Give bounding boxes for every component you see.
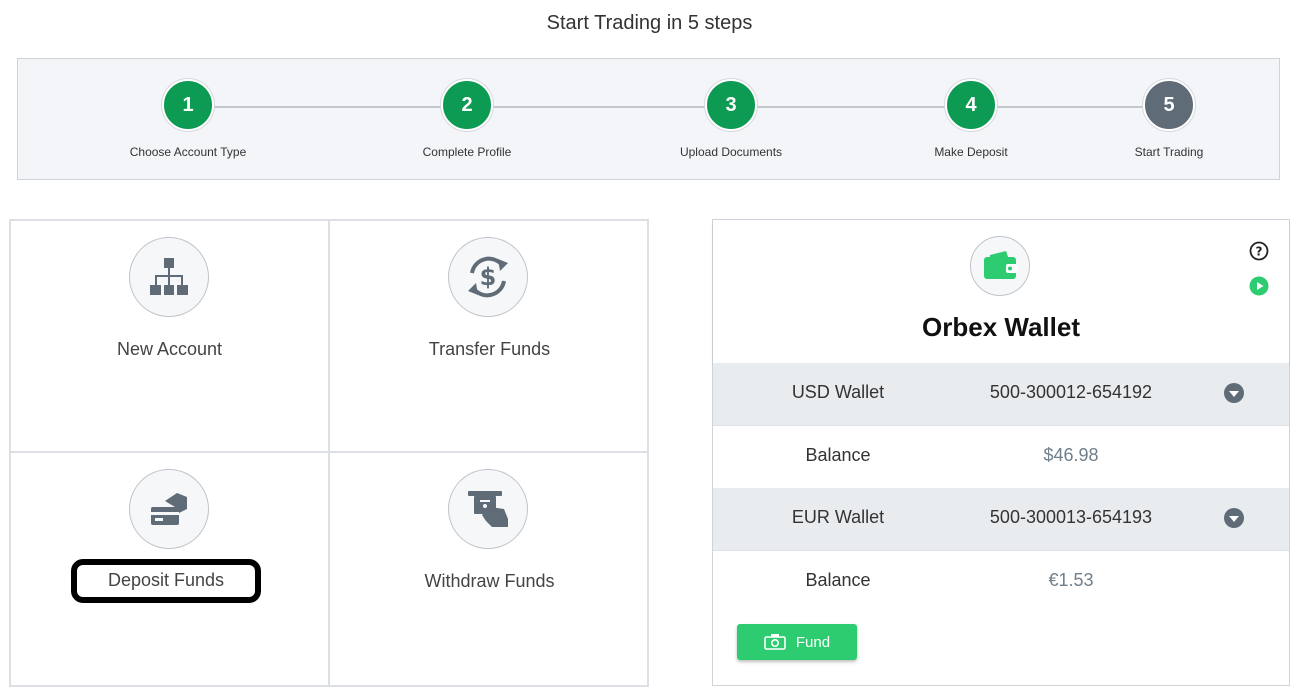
- fund-button[interactable]: Fund: [737, 624, 857, 660]
- steps-progress-panel: 1 Choose Account Type 2 Complete Profile…: [17, 58, 1280, 180]
- sitemap-icon: [129, 237, 209, 317]
- deposit-funds-highlight[interactable]: Deposit Funds: [71, 559, 261, 603]
- svg-text:?: ?: [1256, 245, 1263, 259]
- wallet-panel: Orbex Wallet ? USD Wallet 500-300012-654…: [712, 219, 1290, 686]
- deposit-funds-label: Deposit Funds: [107, 570, 225, 590]
- deposit-funds-tile[interactable]: Deposit Funds: [11, 453, 330, 685]
- eur-balance-value: €1.53: [1048, 570, 1094, 590]
- step-2-label: Complete Profile: [422, 145, 512, 159]
- usd-wallet-expand-icon[interactable]: [1223, 382, 1245, 404]
- eur-wallet-expand-icon[interactable]: [1223, 507, 1245, 529]
- usd-wallet-row: USD Wallet 500-300012-654192: [713, 363, 1289, 425]
- step-4: 4 Make Deposit: [871, 79, 1071, 159]
- svg-text:$: $: [480, 263, 497, 291]
- step-3: 3 Upload Documents: [631, 79, 831, 159]
- eur-balance-row: Balance €1.53: [713, 551, 1289, 613]
- dollar-exchange-icon: $: [448, 237, 528, 317]
- new-account-tile[interactable]: New Account: [11, 221, 330, 453]
- usd-wallet-number: 500-300012-654192: [989, 382, 1153, 402]
- withdraw-funds-label: Withdraw Funds: [424, 571, 555, 591]
- step-1: 1 Choose Account Type: [88, 79, 288, 159]
- usd-balance-value: $46.98: [1043, 445, 1099, 465]
- transfer-funds-tile[interactable]: $ Transfer Funds: [330, 221, 649, 453]
- step-5: 5 Start Trading: [1069, 79, 1269, 159]
- withdraw-funds-tile[interactable]: Withdraw Funds: [330, 453, 649, 685]
- action-tiles-grid: New Account $ Transfer Funds Deposit Fun…: [9, 219, 649, 687]
- help-icon[interactable]: ?: [1249, 241, 1269, 261]
- step-3-label: Upload Documents: [679, 145, 783, 159]
- usd-wallet-name: USD Wallet: [791, 382, 885, 402]
- usd-balance-label: Balance: [805, 445, 871, 465]
- step-2-circle: 2: [441, 79, 493, 131]
- atm-withdraw-icon: [448, 469, 528, 549]
- wallet-icon: [970, 236, 1030, 296]
- step-4-label: Make Deposit: [934, 145, 1008, 159]
- step-5-circle: 5: [1143, 79, 1195, 131]
- play-video-icon[interactable]: [1249, 276, 1269, 296]
- step-2: 2 Complete Profile: [367, 79, 567, 159]
- step-3-circle: 3: [705, 79, 757, 131]
- wallet-title: Orbex Wallet: [922, 312, 1080, 342]
- new-account-label: New Account: [116, 339, 223, 359]
- card-deposit-icon: [129, 469, 209, 549]
- transfer-funds-label: Transfer Funds: [428, 339, 551, 359]
- step-1-circle: 1: [162, 79, 214, 131]
- usd-balance-row: Balance $46.98: [713, 426, 1289, 488]
- eur-wallet-row: EUR Wallet 500-300013-654193: [713, 488, 1289, 550]
- money-icon: [764, 634, 786, 650]
- wallet-header: Orbex Wallet ?: [713, 220, 1289, 363]
- eur-wallet-number: 500-300013-654193: [989, 507, 1153, 527]
- eur-wallet-name: EUR Wallet: [791, 507, 885, 527]
- step-4-circle: 4: [945, 79, 997, 131]
- step-1-label: Choose Account Type: [129, 145, 247, 159]
- page-title: Start Trading in 5 steps: [546, 12, 753, 34]
- eur-balance-label: Balance: [805, 570, 871, 590]
- fund-button-label: Fund: [795, 633, 831, 651]
- step-5-label: Start Trading: [1134, 145, 1204, 159]
